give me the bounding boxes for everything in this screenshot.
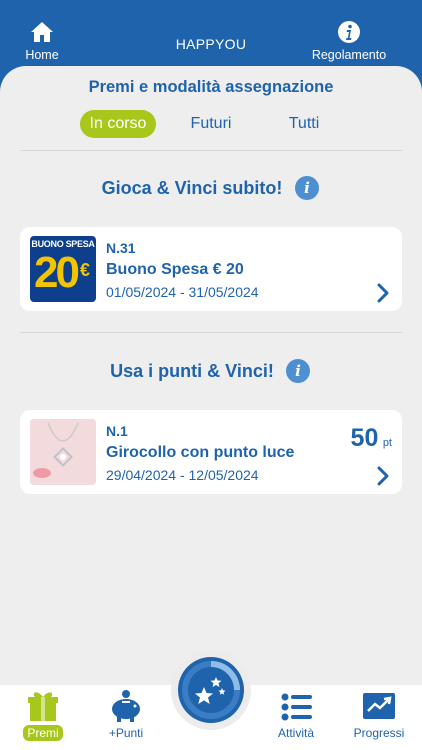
voucher-thumb-currency: €	[80, 260, 91, 280]
nav-label-attivita: Attività	[277, 726, 314, 740]
nav-label-punti: +Punti	[108, 726, 144, 740]
necklace-thumbnail	[30, 419, 96, 485]
voucher-thumbnail: BUONO SPESA 20 €	[30, 236, 96, 302]
voucher-thumb-value: 20	[34, 248, 80, 297]
stars-progress-icon	[182, 661, 240, 719]
card-name: Buono Spesa € 20	[106, 261, 244, 278]
divider	[20, 332, 402, 333]
trend-chart-icon	[363, 693, 395, 719]
tab-in-corso[interactable]: In corso	[80, 110, 156, 138]
divider	[20, 150, 402, 151]
card-name: Girocollo con punto luce	[106, 444, 295, 461]
prize-card-girocollo[interactable]: N.1 Girocollo con punto luce 29/04/2024 …	[20, 410, 402, 494]
card-number: N.1	[106, 423, 128, 439]
necklace-icon	[30, 419, 96, 485]
nav-punti[interactable]: +Punti	[104, 689, 148, 741]
prize-card-buono[interactable]: BUONO SPESA 20 € N.31 Buono Spesa € 20 0…	[20, 227, 402, 311]
nav-label-premi: Premi	[23, 725, 63, 741]
panel-title: Premi e modalità assegnazione	[88, 78, 334, 96]
card-dates: 01/05/2024 - 31/05/2024	[106, 284, 259, 300]
nav-premi[interactable]: Premi	[18, 689, 68, 741]
progress-fab-button[interactable]	[178, 657, 244, 723]
nav-progressi[interactable]: Progressi	[348, 689, 410, 741]
rules-button[interactable]: Regolamento	[306, 20, 392, 62]
section-title-gioca: Gioca & Vinci subito!	[101, 178, 283, 198]
points-cost: 50 pt	[351, 424, 392, 453]
card-dates: 29/04/2024 - 12/05/2024	[106, 467, 259, 483]
list-icon	[281, 693, 312, 721]
rules-label: Regolamento	[311, 48, 387, 62]
nav-attivita[interactable]: Attività	[272, 689, 320, 741]
points-value: 50	[350, 424, 379, 452]
section-title-usa-punti: Usa i punti & Vinci!	[110, 361, 274, 381]
info-icon[interactable]: i	[295, 176, 319, 200]
tabs: In corso Futuri Tutti	[0, 110, 422, 138]
tab-futuri[interactable]: Futuri	[182, 110, 240, 138]
main-panel: Premi e modalità assegnazione In corso F…	[0, 66, 422, 706]
chevron-right-icon	[377, 466, 389, 486]
tab-tutti[interactable]: Tutti	[280, 110, 328, 138]
card-number: N.31	[106, 240, 136, 256]
chevron-right-icon	[377, 283, 389, 303]
gift-icon	[28, 692, 58, 721]
points-unit: pt	[382, 437, 392, 449]
info-icon	[338, 21, 360, 43]
piggy-bank-icon	[112, 690, 140, 722]
nav-label-progressi: Progressi	[353, 726, 405, 740]
info-icon[interactable]: i	[286, 359, 310, 383]
